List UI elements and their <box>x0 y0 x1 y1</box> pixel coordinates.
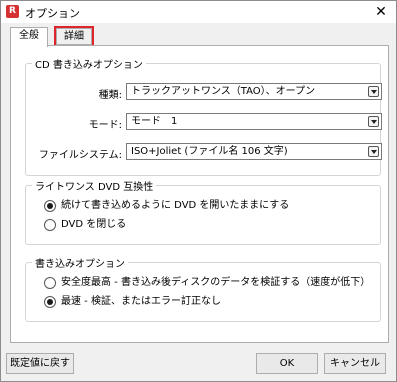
keep-dvd-open-label: 続けて書き込めるように DVD を開いたままにする <box>61 200 290 211</box>
close-button[interactable]: ✕ <box>372 3 390 21</box>
type-label: 種類: <box>98 90 122 101</box>
title-bar: R オプション ✕ <box>1 1 396 23</box>
keep-dvd-open-radio[interactable] <box>44 200 56 212</box>
mode-select[interactable]: モード 1 <box>126 113 382 130</box>
tab-panel: CD 書き込みオプション 種類: トラックアットワンス（TAO）、オープン モー… <box>10 45 389 343</box>
mode-label: モード: <box>88 120 122 131</box>
type-select-value: トラックアットワンス（TAO）、オープン <box>131 86 316 97</box>
tab-general-label: 全般 <box>19 30 39 41</box>
options-dialog: R オプション ✕ 全般 詳細 CD 書き込みオプション 種類: トラックアット… <box>0 0 397 382</box>
app-logo-icon: R <box>6 5 19 18</box>
restore-defaults-button[interactable]: 既定値に戻す <box>6 353 74 374</box>
close-dvd-radio[interactable] <box>44 219 56 231</box>
write-options-title: 書き込みオプション <box>32 255 128 270</box>
tab-advanced-label: 詳細 <box>64 31 84 42</box>
fastest-write-label: 最速 - 検証、またはエラー訂正なし <box>61 296 221 307</box>
dvd-compat-title: ライトワンス DVD 互換性 <box>32 178 157 193</box>
type-select[interactable]: トラックアットワンス（TAO）、オープン <box>126 83 382 100</box>
filesystem-select[interactable]: ISO+Joliet (ファイル名 106 文字) <box>126 143 382 160</box>
tab-advanced[interactable]: 詳細 <box>54 26 94 47</box>
tab-general[interactable]: 全般 <box>10 27 48 47</box>
filesystem-select-value: ISO+Joliet (ファイル名 106 文字) <box>131 146 288 157</box>
write-options-group: 書き込みオプション 安全度最高 - 書き込み後ディスクのデータを検証する（速度が… <box>25 255 381 322</box>
cd-write-options-group: CD 書き込みオプション 種類: トラックアットワンス（TAO）、オープン モー… <box>25 56 382 176</box>
dvd-compat-group: ライトワンス DVD 互換性 続けて書き込めるように DVD を開いたままにする… <box>25 178 381 245</box>
cd-write-options-title: CD 書き込みオプション <box>32 56 146 71</box>
fastest-write-radio[interactable] <box>44 296 56 308</box>
ok-button[interactable]: OK <box>256 353 318 374</box>
filesystem-label: ファイルシステム: <box>38 150 122 161</box>
mode-select-value: モード 1 <box>131 116 178 127</box>
verify-write-radio[interactable] <box>44 277 56 289</box>
close-dvd-label: DVD を閉じる <box>61 219 127 230</box>
chevron-down-icon <box>368 86 379 97</box>
cancel-button[interactable]: キャンセル <box>324 353 386 374</box>
chevron-down-icon <box>368 146 379 157</box>
verify-write-label: 安全度最高 - 書き込み後ディスクのデータを検証する（速度が低下） <box>61 277 371 288</box>
window-title: オプション <box>25 7 80 20</box>
chevron-down-icon <box>368 116 379 127</box>
